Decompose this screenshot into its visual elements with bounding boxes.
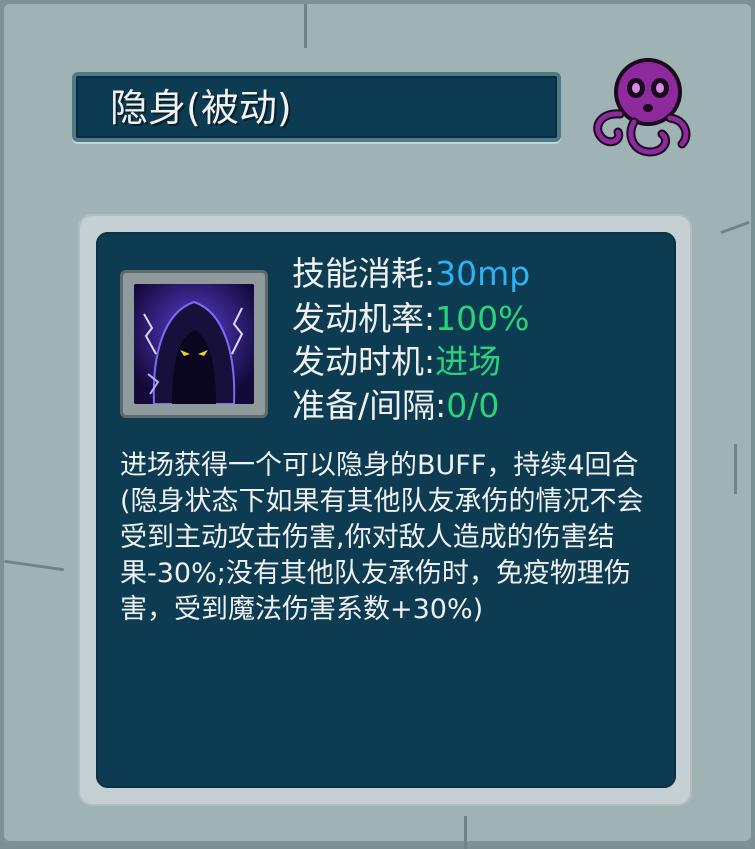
skill-icon-frame xyxy=(120,270,268,418)
frame-crack xyxy=(464,816,467,849)
stat-value: 30mp xyxy=(435,254,531,293)
frame-crack xyxy=(304,4,307,48)
frame-crack xyxy=(720,220,750,235)
stat-value: 100% xyxy=(435,299,530,338)
stat-mp-cost: 技能消耗:30mp xyxy=(292,254,530,294)
stat-value: 0/0 xyxy=(446,386,500,425)
stat-label: 发动时机: xyxy=(292,342,436,381)
stat-label: 发动机率: xyxy=(292,299,436,338)
stat-value: 进场 xyxy=(435,342,502,381)
title-bar: 隐身(被动) xyxy=(72,72,561,142)
skill-description: 进场获得一个可以隐身的BUFF，持续4回合(隐身状态下如果有其他队友承伤的情况不… xyxy=(120,450,644,625)
stat-label: 准备/间隔: xyxy=(292,386,447,425)
skill-card: 隐身(被动) 技能消耗:30mp 发动机率:100% 发动时机:进场 准备/间隔… xyxy=(0,0,755,849)
frame-crack xyxy=(734,444,737,494)
stat-label: 技能消耗: xyxy=(292,254,436,293)
hooded-shadow-figure-icon xyxy=(134,284,254,404)
purple-octopus-icon xyxy=(593,58,691,157)
stat-cooldown: 准备/间隔:0/0 xyxy=(292,386,499,426)
skill-title: 隐身(被动) xyxy=(110,86,292,130)
frame-crack xyxy=(4,559,64,572)
stat-trigger-timing: 发动时机:进场 xyxy=(292,342,501,382)
stat-trigger-rate: 发动机率:100% xyxy=(292,299,529,339)
